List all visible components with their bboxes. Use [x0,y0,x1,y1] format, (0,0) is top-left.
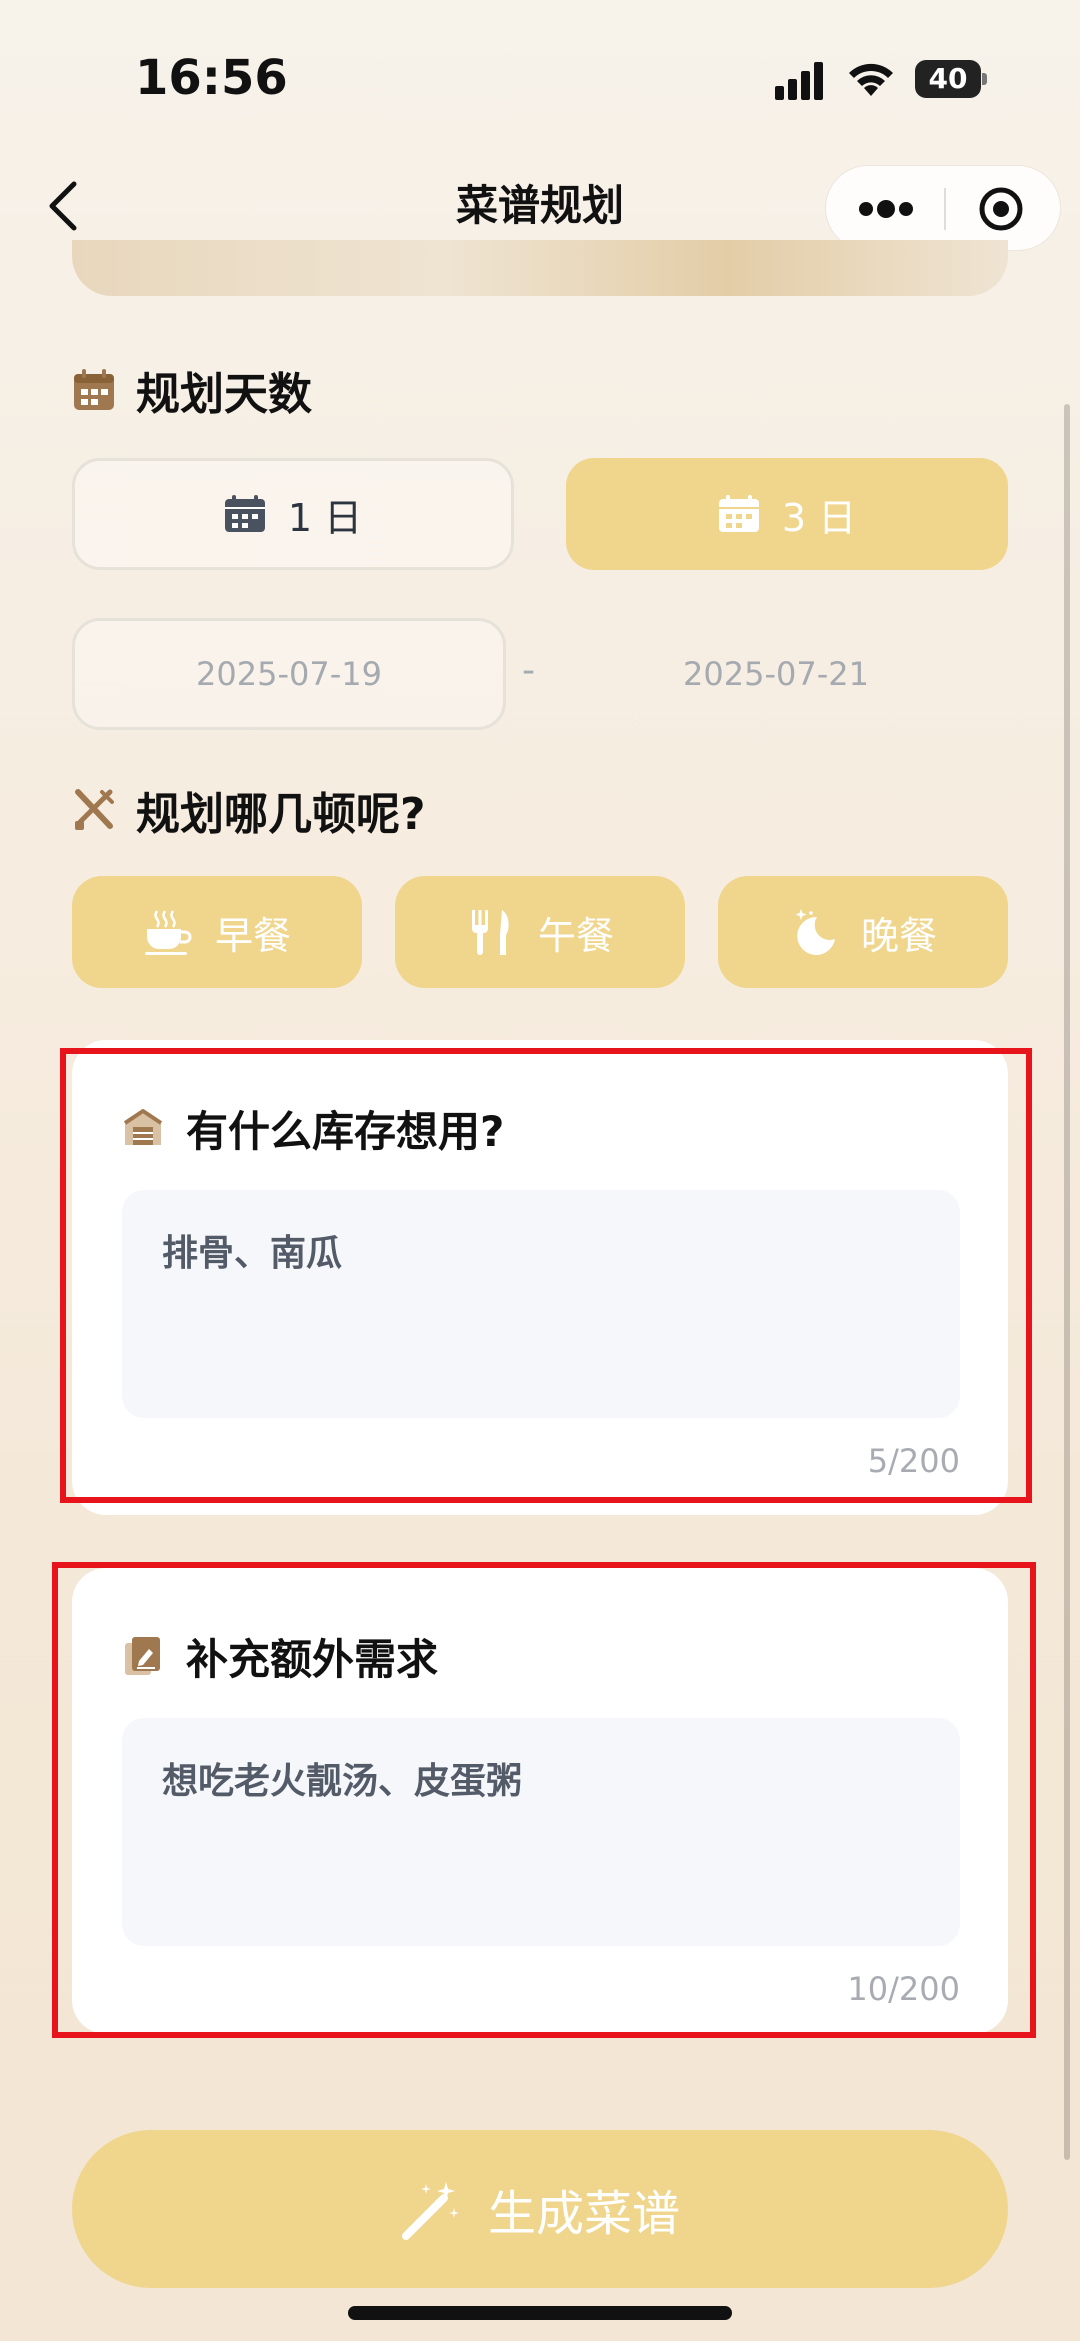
generate-recipe-label: 生成菜谱 [487,2186,680,2242]
scrollbar[interactable] [1064,404,1070,2160]
day-option-1-label: 1 日 [287,495,363,540]
meal-dinner-label: 晚餐 [860,913,937,958]
back-arrow-icon[interactable] [40,178,90,234]
capsule-divider [944,188,946,230]
days-title-text: 规划天数 [136,369,312,420]
mini-program-capsule [825,165,1061,251]
close-target-icon[interactable] [978,186,1024,232]
meal-lunch-button[interactable]: 午餐 [395,876,685,988]
end-date-picker[interactable]: 2025-07-21 [594,618,958,730]
generate-recipe-button[interactable]: 生成菜谱 [72,2130,1008,2288]
date-separator: - [522,650,535,691]
signal-icon [775,62,823,100]
meal-lunch-label: 午餐 [537,913,614,958]
meal-breakfast-label: 早餐 [214,913,291,958]
meals-section-title: 规划哪几顿呢? [72,780,426,840]
day-option-3-label: 3 日 [781,495,857,540]
start-date-picker[interactable]: 2025-07-19 [72,618,506,730]
banner-image [72,240,1008,296]
meal-breakfast-button[interactable]: 早餐 [72,876,362,988]
calendar-icon [224,495,265,532]
coffee-cup-icon [144,910,192,955]
battery-level: 40 [928,62,968,95]
calendar-icon [74,369,114,410]
days-section-title: 规划天数 [72,360,312,420]
meals-title-text: 规划哪几顿呢? [136,789,426,840]
status-bar: 16:56 40 [0,0,1080,150]
magic-wand-icon [401,2182,459,2240]
fork-knife-icon [471,910,509,955]
more-dots-icon[interactable] [858,196,914,222]
inventory-highlight-box [60,1048,1032,1503]
battery-icon: 40 [915,60,987,98]
meal-dinner-button[interactable]: 晚餐 [718,876,1008,988]
calendar-icon [718,495,759,532]
moon-icon [795,909,835,955]
status-time: 16:56 [135,50,288,106]
day-option-3[interactable]: 3 日 [566,458,1008,570]
day-option-1[interactable]: 1 日 [72,458,514,570]
extra-highlight-box [52,1562,1036,2038]
page-title: 菜谱规划 [455,181,624,230]
utensils-cross-icon [75,789,114,830]
home-indicator [348,2306,732,2320]
wifi-icon [849,63,893,96]
